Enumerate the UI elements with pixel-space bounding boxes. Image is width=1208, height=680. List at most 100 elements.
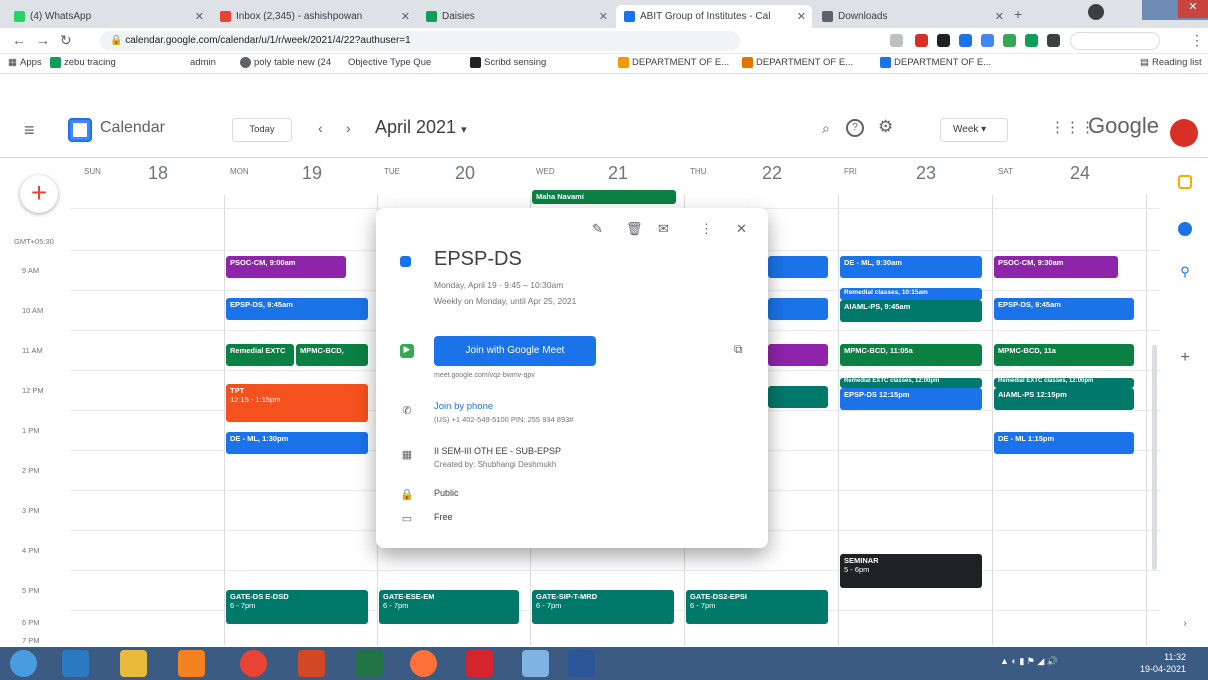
event-chip[interactable]: GATE-ESE-EM 6 - 7pm <box>379 590 519 624</box>
more-options-icon[interactable]: ⋮ <box>700 221 713 237</box>
meet-link[interactable]: meet.google.com/vqz-bwmv-qpv <box>434 372 535 379</box>
chevron-left-icon[interactable]: ‹ <box>318 120 323 136</box>
close-tab-icon[interactable]: ✕ <box>401 10 410 23</box>
menu-kebab-icon[interactable]: ⋮ <box>1190 32 1204 49</box>
search-icon[interactable]: ⌕ <box>822 120 830 137</box>
event-chip[interactable]: EPSP-DS, 9:45am <box>994 298 1134 320</box>
email-icon[interactable]: ✉ <box>658 221 669 237</box>
maps-icon[interactable]: ⚲ <box>1178 265 1192 280</box>
chevron-right-icon[interactable]: › <box>346 120 351 136</box>
reading-list[interactable]: ▤ Reading list <box>1140 57 1202 68</box>
delete-icon[interactable]: 🗑 <box>626 221 643 237</box>
bookmark-item[interactable]: ▦ Apps <box>8 57 42 68</box>
event-chip[interactable]: EPSP-DS 12:15pm <box>840 388 982 410</box>
event-chip[interactable]: TPT 12:15 - 1:15pm <box>226 384 368 422</box>
event-chip[interactable]: AIAML-PS, 9:45am <box>840 300 982 322</box>
allday-event[interactable]: Maha Navami <box>532 190 676 204</box>
firefox-icon[interactable] <box>410 650 437 677</box>
edit-icon[interactable]: ✎ <box>592 221 603 237</box>
avatar[interactable] <box>1170 119 1198 147</box>
extension-icon[interactable] <box>937 34 950 47</box>
day-number[interactable]: 18 <box>148 163 168 184</box>
close-tab-icon[interactable]: ✕ <box>599 10 608 23</box>
url-field[interactable]: 🔒 calendar.google.com/calendar/u/1/r/wee… <box>100 31 740 51</box>
event-chip[interactable] <box>768 344 828 366</box>
event-chip[interactable]: EPSP-DS, 9:45am <box>226 298 368 320</box>
tab-daisies[interactable]: Daisies ✕ <box>418 5 614 28</box>
bookmark-item[interactable]: DEPARTMENT OF E... <box>742 57 853 68</box>
extension-icon[interactable] <box>1025 34 1038 47</box>
event-chip[interactable]: Remedial EXTC classes, 12:00pm <box>994 378 1134 388</box>
event-chip[interactable]: GATE-SIP-T-MRD 6 - 7pm <box>532 590 674 624</box>
event-chip[interactable]: SEMINAR 5 - 6pm <box>840 554 982 588</box>
bookmark-item[interactable]: Objective Type Que <box>348 57 431 68</box>
today-button[interactable]: Today <box>232 118 292 142</box>
event-chip[interactable]: Remedial EXTC classes, 12:00pm <box>840 378 982 388</box>
bookmark-item[interactable]: admin <box>190 57 216 68</box>
star-icon[interactable] <box>890 34 903 47</box>
word-icon[interactable] <box>568 650 595 677</box>
event-chip[interactable]: PSOC-CM, 9:30am <box>994 256 1118 278</box>
event-chip[interactable]: Remedial EXTC <box>226 344 294 366</box>
bookmark-item[interactable]: zebu tracing <box>50 57 116 68</box>
back-icon[interactable]: ← <box>12 32 26 48</box>
tab-inbox[interactable]: Inbox (2,345) - ashishpowan ✕ <box>212 5 416 28</box>
day-number[interactable]: 21 <box>608 163 628 184</box>
close-tab-icon[interactable]: ✕ <box>797 10 806 23</box>
puzzle-icon[interactable] <box>1047 34 1060 47</box>
extension-icon[interactable] <box>1003 34 1016 47</box>
start-button[interactable] <box>10 650 37 677</box>
event-chip[interactable]: MPMC-BCD, <box>296 344 368 366</box>
reload-icon[interactable]: ↻ <box>60 32 72 49</box>
event-chip[interactable]: MPMC-BCD, 11a <box>994 344 1134 366</box>
event-chip[interactable]: PSOC-CM, 9:00am <box>226 256 346 278</box>
media-player-icon[interactable] <box>178 650 205 677</box>
new-tab-icon[interactable]: + <box>1014 6 1022 22</box>
bookmark-item[interactable]: DEPARTMENT OF E... <box>618 57 729 68</box>
powerpoint-icon[interactable] <box>298 650 325 677</box>
event-chip[interactable]: AIAML-PS 12:15pm <box>994 388 1134 410</box>
close-icon[interactable]: ✕ <box>736 221 747 237</box>
event-chip[interactable]: GATE-DS E-DSD 6 - 7pm <box>226 590 368 624</box>
day-number[interactable]: 19 <box>302 163 322 184</box>
bookmark-item[interactable]: Scribd sensing <box>470 57 546 68</box>
event-chip[interactable]: MPMC-BCD, 11:05a <box>840 344 982 366</box>
tasks-icon[interactable] <box>1178 222 1192 236</box>
day-number[interactable]: 22 <box>762 163 782 184</box>
event-chip[interactable] <box>768 386 828 408</box>
close-tab-icon[interactable]: ✕ <box>195 10 204 23</box>
event-chip[interactable] <box>768 256 828 278</box>
tab-whatsapp[interactable]: (4) WhatsApp ✕ <box>6 5 210 28</box>
bookmark-item[interactable]: poly table new (24 <box>240 57 331 68</box>
tab-calendar[interactable]: ABIT Group of Institutes - Cal ✕ <box>616 5 812 28</box>
paused-profile-chip[interactable] <box>1070 32 1160 50</box>
event-chip[interactable]: DE - ML 1:15pm <box>994 432 1134 454</box>
day-number[interactable]: 24 <box>1070 163 1090 184</box>
system-tray[interactable]: ▲ ◐ ▮ ⚑ ◢ 🔊 <box>1000 656 1060 670</box>
create-button[interactable]: + <box>20 175 58 213</box>
clock[interactable]: 11:32 19-04-2021 <box>1140 651 1186 675</box>
day-number[interactable]: 23 <box>916 163 936 184</box>
copy-icon[interactable]: ⧉ <box>734 342 743 357</box>
tab-downloads[interactable]: Downloads ✕ <box>814 5 1010 28</box>
close-tab-icon[interactable]: ✕ <box>995 10 1004 23</box>
join-meet-button[interactable]: Join with Google Meet <box>434 336 596 366</box>
ie-icon[interactable] <box>62 650 89 677</box>
chrome-icon[interactable] <box>240 650 267 677</box>
profile-icon[interactable] <box>1088 4 1104 20</box>
main-menu-icon[interactable]: ≡ <box>24 120 35 141</box>
event-chip[interactable]: GATE-DS2-EPSI 6 - 7pm <box>686 590 828 624</box>
acrobat-icon[interactable] <box>466 650 493 677</box>
keep-icon[interactable] <box>1178 175 1192 189</box>
bookmark-item[interactable]: DEPARTMENT OF E... <box>880 57 991 68</box>
forward-icon[interactable]: → <box>36 32 50 48</box>
month-title[interactable]: April 2021 ▾ <box>375 117 467 138</box>
gear-icon[interactable]: ⚙ <box>878 117 893 137</box>
event-chip[interactable]: DE - ML, 1:30pm <box>226 432 368 454</box>
help-icon[interactable]: ? <box>846 119 864 137</box>
add-addon-icon[interactable]: + <box>1178 350 1192 366</box>
view-switcher[interactable]: Week ▾ <box>940 118 1008 142</box>
close-window-icon[interactable]: ✕ <box>1178 0 1208 18</box>
scrollbar[interactable] <box>1152 345 1157 570</box>
extension-icon[interactable] <box>915 34 928 47</box>
